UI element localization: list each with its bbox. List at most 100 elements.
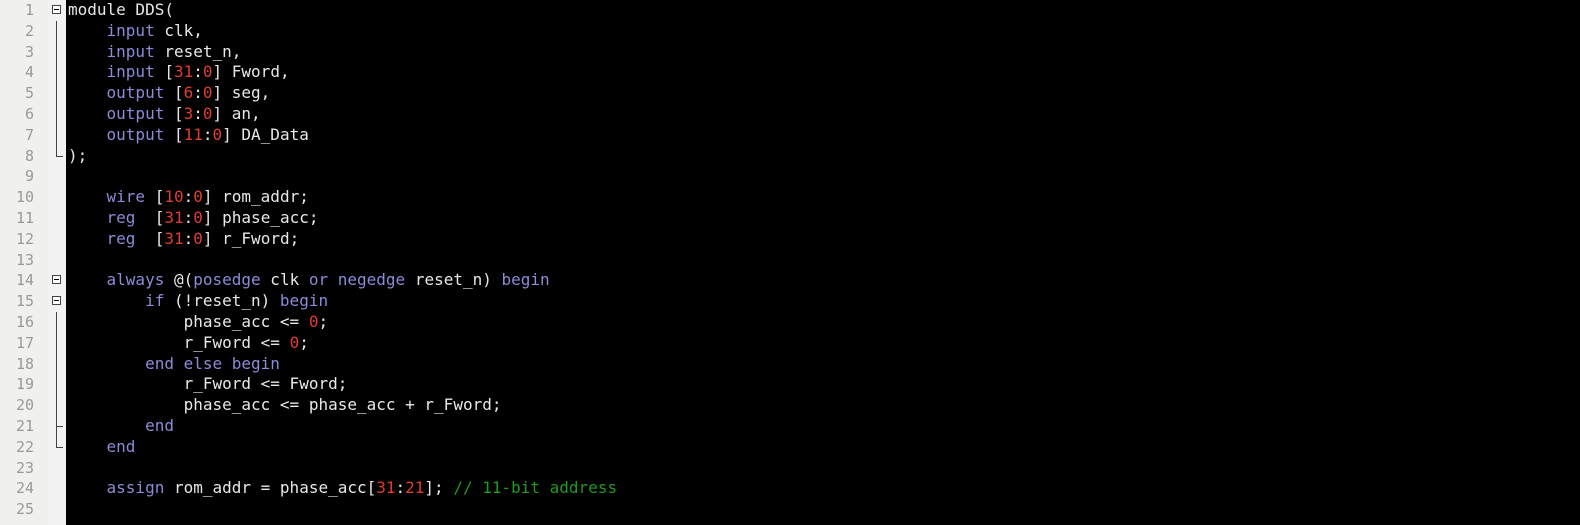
code-line[interactable]: always @(posedge clk or negedge reset_n)…	[66, 270, 1580, 291]
line-number-gutter: 1 2 3 4 5 6 7 8 9 10 11 12 13 14 15 16 17 18 19 20 21 22 23 24 2…	[0, 0, 48, 525]
text-token: ;	[318, 311, 329, 331]
code-line[interactable]: assign rom_addr = phase_acc[31:21]; // 1…	[66, 478, 1580, 499]
code-area[interactable]: module DDS( input clk, input reset_n, in…	[66, 0, 1580, 525]
line-number: 17	[15, 333, 34, 352]
text-token: ] phase_acc;	[202, 207, 319, 227]
code-line[interactable]	[66, 458, 1580, 479]
keyword-token: end else begin	[68, 353, 280, 373]
code-line[interactable]: reg [31:0] phase_acc;	[66, 208, 1580, 229]
fold-guide	[48, 353, 66, 375]
number-token: 0	[212, 124, 223, 144]
text-token: phase_acc <= phase_acc + r_Fword;	[68, 395, 502, 415]
code-line[interactable]: end	[66, 437, 1580, 458]
line-number: 16	[15, 312, 34, 331]
line-number: 18	[15, 354, 34, 373]
fold-guide	[48, 166, 66, 187]
keyword-token: reg	[68, 228, 136, 248]
number-token: 21	[405, 478, 425, 498]
number-token: 0	[193, 207, 203, 227]
code-line[interactable]: r_Fword <= Fword;	[66, 374, 1580, 395]
fold-guide	[48, 250, 66, 271]
number-token: 11	[183, 124, 203, 144]
fold-toggle-icon[interactable]	[48, 0, 66, 21]
text-token: clk	[260, 270, 309, 290]
line-number: 24	[15, 479, 34, 498]
keyword-token: wire	[68, 187, 146, 207]
line-number: 21	[15, 416, 34, 435]
code-line[interactable]: wire [10:0] rom_addr;	[66, 187, 1580, 208]
code-line[interactable]: output [6:0] seg,	[66, 83, 1580, 104]
code-line[interactable]: if (!reset_n) begin	[66, 291, 1580, 312]
text-token: rom_addr = phase_acc[	[164, 478, 377, 498]
number-token: 31	[164, 228, 184, 248]
code-line[interactable]	[66, 499, 1580, 520]
code-line[interactable]: end	[66, 416, 1580, 437]
fold-guide	[48, 41, 66, 63]
number-token: 31	[164, 207, 184, 227]
text-token: :	[183, 228, 194, 248]
code-line[interactable]: phase_acc <= phase_acc + r_Fword;	[66, 395, 1580, 416]
line-number: 1	[24, 1, 34, 19]
code-line[interactable]: input [31:0] Fword,	[66, 62, 1580, 83]
keyword-token: always	[68, 270, 165, 290]
number-token: 6	[183, 83, 194, 103]
text-token: :	[395, 478, 406, 498]
code-line[interactable]: output [3:0] an,	[66, 104, 1580, 125]
text-token: r_Fword <= Fword;	[68, 374, 348, 394]
fold-guide	[48, 374, 66, 396]
code-line[interactable]	[66, 166, 1580, 187]
collapse-minus-icon[interactable]	[52, 275, 61, 285]
text-token: [	[164, 103, 184, 123]
collapse-minus-icon[interactable]	[52, 5, 61, 14]
code-line[interactable]	[66, 250, 1580, 271]
fold-guide	[48, 499, 66, 520]
line-number: 11	[15, 208, 34, 227]
fold-toggle-icon[interactable]	[48, 270, 66, 291]
text-token: :	[183, 187, 194, 207]
code-line[interactable]: phase_acc <= 0;	[66, 312, 1580, 333]
collapse-minus-icon[interactable]	[52, 296, 61, 306]
line-number: 10	[15, 188, 34, 207]
code-line[interactable]: input reset_n,	[66, 42, 1580, 63]
code-line[interactable]: end else begin	[66, 354, 1580, 375]
comment-token: // 11-bit address	[453, 478, 618, 498]
line-number: 22	[15, 437, 34, 456]
text-token: :	[193, 83, 203, 103]
line-number: 12	[15, 229, 34, 248]
text-token: [	[135, 207, 165, 227]
fold-guide	[48, 103, 66, 125]
keyword-token: output	[68, 124, 165, 144]
number-token: 0	[202, 103, 213, 123]
number-token: 3	[183, 103, 194, 123]
number-token: 31	[376, 478, 396, 498]
text-token: ] r_Fword;	[202, 228, 300, 248]
keyword-token: negedge	[337, 270, 406, 290]
text-token: ] an,	[212, 103, 261, 123]
keyword-token: output	[68, 83, 165, 103]
fold-toggle-icon[interactable]	[48, 291, 66, 312]
fold-guide	[48, 229, 66, 250]
line-number: 4	[24, 63, 34, 82]
fold-guide	[48, 187, 66, 208]
line-number: 25	[15, 500, 34, 519]
line-number: 8	[24, 146, 34, 165]
number-token: 0	[289, 332, 300, 352]
fold-guide	[48, 478, 66, 499]
code-line[interactable]: r_Fword <= 0;	[66, 333, 1580, 354]
fold-guide	[48, 124, 66, 146]
code-line[interactable]: module DDS(	[66, 0, 1580, 21]
code-line[interactable]: input clk,	[66, 21, 1580, 42]
keyword-token: reg	[68, 207, 136, 227]
code-line[interactable]: );	[66, 146, 1580, 167]
text-token: [	[154, 62, 174, 82]
text-token: ] seg,	[212, 83, 271, 103]
line-number: 13	[15, 250, 34, 269]
number-token: 0	[193, 187, 203, 207]
line-number: 20	[15, 396, 34, 415]
number-token: 0	[202, 62, 213, 82]
code-line[interactable]: reg [31:0] r_Fword;	[66, 229, 1580, 250]
code-line[interactable]: output [11:0] DA_Data	[66, 125, 1580, 146]
fold-guide	[48, 83, 66, 104]
text-token: );	[68, 145, 88, 165]
